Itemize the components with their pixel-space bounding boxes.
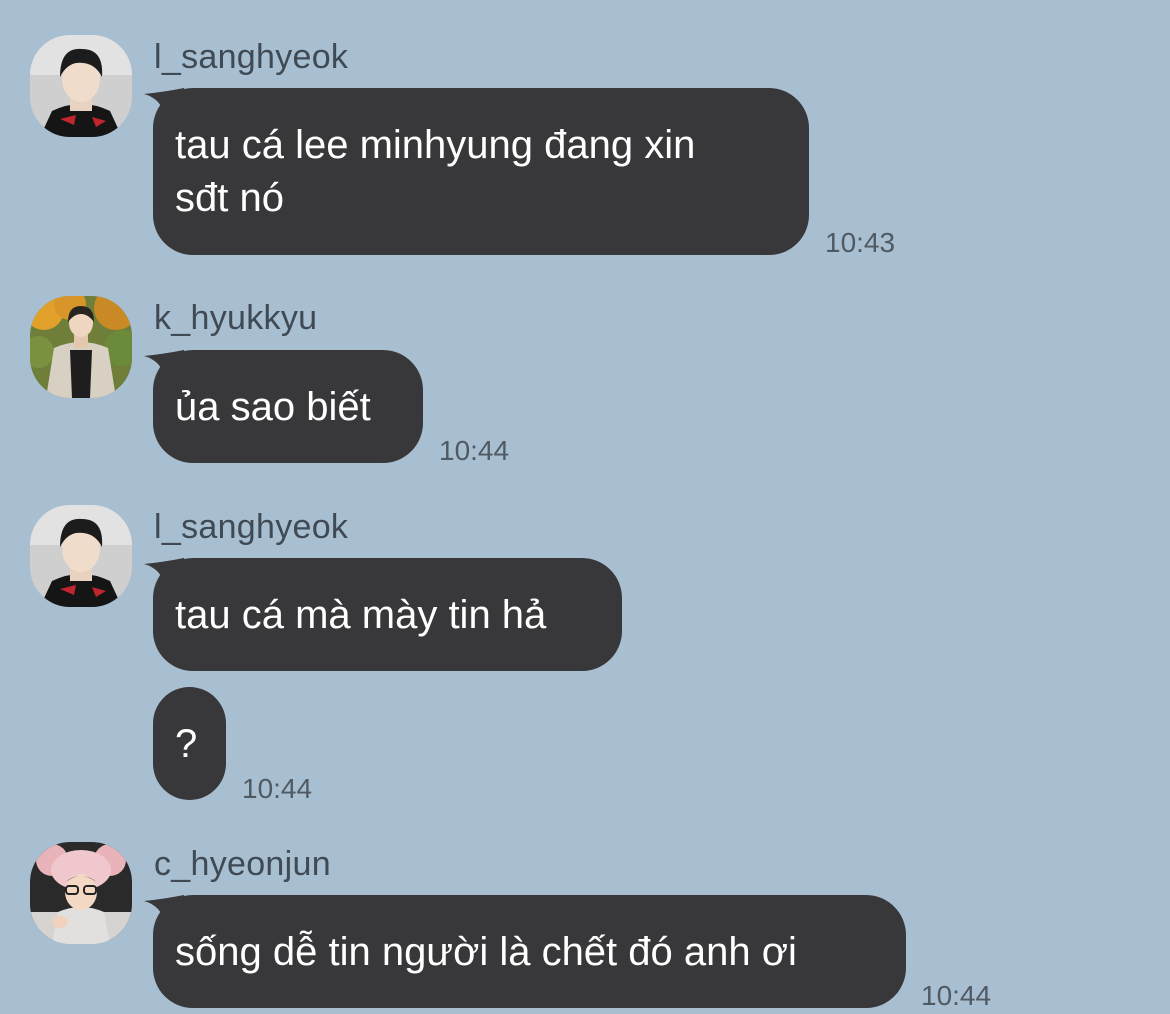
- sender-name: l_sanghyeok: [154, 38, 349, 76]
- message-timestamp: 10:44: [242, 773, 313, 804]
- message-text-line: ?: [175, 722, 198, 766]
- chat-thread[interactable]: l_sanghyeok tau cá lee minhyung đang xin…: [0, 0, 1170, 1014]
- sender-name: c_hyeonjun: [154, 845, 331, 883]
- avatar-sanghyeok[interactable]: [30, 505, 132, 607]
- message-text-line: sống dễ tin người là chết đó anh ơi: [175, 930, 797, 974]
- message-bubble[interactable]: sống dễ tin người là chết đó anh ơi: [153, 895, 906, 1008]
- message-timestamp: 10:43: [825, 227, 896, 258]
- avatar-hyukkyu[interactable]: [30, 296, 132, 398]
- message-bubble[interactable]: ủa sao biết: [153, 350, 423, 463]
- message-text-line: tau cá lee minhyung đang xin: [175, 123, 696, 167]
- message-bubble[interactable]: ?: [153, 687, 226, 800]
- message-timestamp: 10:44: [439, 435, 510, 466]
- message-timestamp: 10:44: [921, 980, 992, 1011]
- avatar-sanghyeok[interactable]: [30, 35, 132, 137]
- avatar-hyeonjun[interactable]: [30, 842, 132, 944]
- message-text-line: sđt nó: [175, 176, 284, 220]
- message-text-line: tau cá mà mày tin hả: [175, 593, 547, 637]
- message-text-line: ủa sao biết: [175, 385, 371, 429]
- message-bubble[interactable]: tau cá lee minhyung đang xin sđt nó: [153, 88, 809, 255]
- message-bubble[interactable]: tau cá mà mày tin hả: [153, 558, 622, 671]
- sender-name: l_sanghyeok: [154, 508, 349, 546]
- sender-name: k_hyukkyu: [154, 299, 318, 337]
